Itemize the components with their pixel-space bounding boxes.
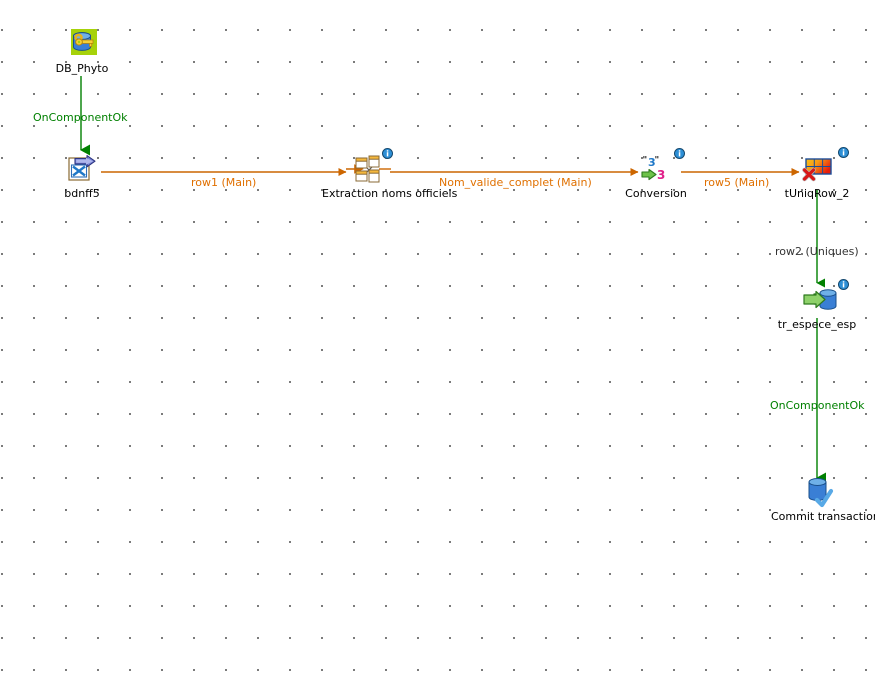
database-connection-icon (71, 29, 97, 55)
tr-espece-esp-icon-wrap (771, 279, 863, 317)
info-badge-icon (838, 279, 849, 290)
bdnff5-icon-wrap (36, 152, 128, 186)
component-label-commit-transaction: Commit transaction (771, 510, 875, 523)
svg-text:": " (643, 156, 648, 166)
component-tr-espece-esp[interactable]: tr_espece_esp (771, 279, 863, 331)
conversion-icon-wrap: 3 " " 3 (610, 148, 702, 186)
connections-layer (80, 76, 826, 484)
connection-label-nom-valide-complet-main[interactable]: Nom_valide_complet (Main) (439, 176, 592, 189)
component-label-conversion: Conversion (625, 187, 687, 200)
component-label-bdnff5: bdnff5 (64, 187, 100, 200)
info-badge-icon (838, 147, 849, 158)
component-extraction-noms-officiels[interactable]: Extraction noms officiels (322, 148, 458, 200)
component-conversion[interactable]: 3 " " 3 Conversion (610, 148, 702, 200)
component-tuniqrow-2[interactable]: tUniqRow_2 (771, 147, 863, 200)
job-designer-canvas[interactable]: OnComponentOk row1 (Main) Nom_valide_com… (0, 0, 875, 693)
component-db-phyto[interactable]: DB_Phyto (36, 27, 128, 75)
connection-label-row2-uniques[interactable]: row2 (Uniques) (775, 245, 859, 258)
database-commit-icon (808, 478, 834, 508)
connection-label-row5-main[interactable]: row5 (Main) (704, 176, 769, 189)
info-badge-icon (674, 148, 685, 159)
commit-transaction-icon-wrap (771, 475, 863, 509)
unique-row-icon (802, 158, 832, 182)
info-badge-icon (382, 148, 393, 159)
connection-label-row1-main[interactable]: row1 (Main) (191, 176, 256, 189)
component-label-extraction-noms-officiels: Extraction noms officiels (322, 187, 458, 200)
connection-label-oncomponentok-2[interactable]: OnComponentOk (770, 399, 865, 412)
convert-type-icon: 3 " " 3 (641, 156, 665, 182)
svg-text:3: 3 (657, 168, 665, 182)
database-output-icon (803, 289, 837, 310)
excel-input-icon (68, 155, 96, 181)
svg-text:": " (655, 156, 660, 166)
component-commit-transaction[interactable]: Commit transaction (771, 475, 875, 523)
component-label-tr-espece-esp: tr_espece_esp (777, 318, 857, 331)
db-phyto-icon-wrap (36, 27, 128, 61)
tuniqrow-icon-wrap (771, 147, 863, 186)
component-label-tuniqrow-2: tUniqRow_2 (784, 187, 850, 200)
component-bdnff5[interactable]: bdnff5 (36, 152, 128, 200)
component-label-db-phyto: DB_Phyto (55, 62, 109, 75)
connection-label-oncomponentok-1[interactable]: OnComponentOk (33, 111, 128, 124)
extraction-icon-wrap (322, 148, 414, 186)
